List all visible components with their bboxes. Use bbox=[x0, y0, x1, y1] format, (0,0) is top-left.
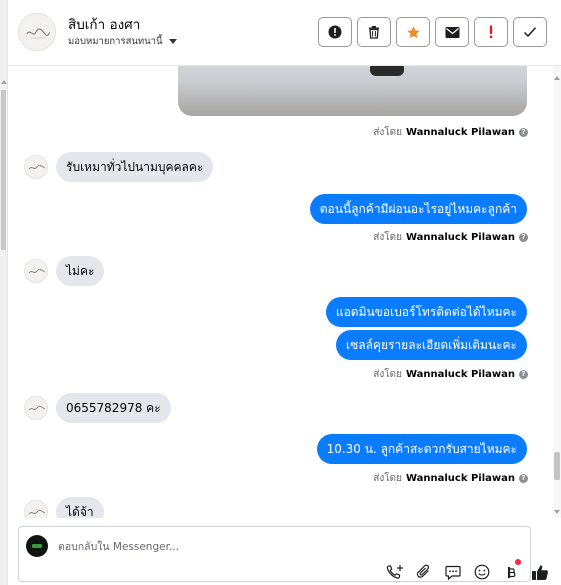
help-icon[interactable]: ? bbox=[519, 370, 528, 379]
scrollbar-thumb[interactable] bbox=[554, 452, 560, 480]
thumbs-up-icon bbox=[532, 564, 548, 580]
incoming-message[interactable]: ไม่คะ bbox=[56, 256, 105, 286]
paperclip-icon bbox=[416, 564, 430, 578]
outgoing-message[interactable]: แอดมินขอเบอร์โทรติดต่อได้ไหมคะ bbox=[325, 297, 527, 327]
like-button[interactable] bbox=[530, 563, 550, 581]
scroll-up-arrow-icon[interactable] bbox=[554, 76, 560, 80]
contact-avatar-small bbox=[24, 500, 48, 518]
scrollbar-thumb[interactable] bbox=[1, 90, 6, 250]
trash-icon bbox=[369, 26, 379, 39]
scroll-down-arrow-icon[interactable] bbox=[554, 510, 560, 514]
contact-avatar[interactable] bbox=[18, 13, 56, 51]
alert-circle-icon bbox=[328, 25, 342, 39]
message-composer bbox=[18, 526, 548, 582]
emoji-icon bbox=[474, 564, 490, 580]
meta-ai-icon bbox=[508, 567, 516, 578]
outgoing-message[interactable]: ตอนนี้ลูกค้ามีผ่อนอะไรอยู่ไหมคะลูกค้า bbox=[309, 194, 527, 224]
thread-scrollbar[interactable] bbox=[553, 66, 561, 518]
left-scrollbar[interactable] bbox=[0, 0, 8, 585]
contact-avatar-small bbox=[24, 155, 48, 179]
contact-name[interactable]: สิบเก้า องศา bbox=[68, 13, 140, 35]
checkmark-icon bbox=[523, 27, 537, 38]
composer-toolbar bbox=[385, 559, 550, 581]
assign-label: มอบหมายการสนทนานี้ bbox=[68, 36, 163, 47]
star-button[interactable] bbox=[396, 17, 430, 47]
incoming-message[interactable]: ได้จ้า bbox=[56, 497, 104, 518]
sent-by-info: ส่งโดย Wannaluck Pilawan ? bbox=[373, 230, 528, 245]
help-icon[interactable]: ? bbox=[519, 128, 528, 137]
incoming-message[interactable]: รับเหมาทั่วไปนามบุคคลคะ bbox=[56, 152, 214, 182]
assign-conversation-dropdown[interactable]: มอบหมายการสนทนานี้ bbox=[68, 34, 177, 49]
reply-input[interactable] bbox=[58, 539, 358, 555]
incoming-message[interactable]: 0655782978 คะ bbox=[56, 393, 171, 423]
message-thread[interactable]: ส่งโดย Wannaluck Pilawan ? รับเหมาทั่วไป… bbox=[8, 66, 553, 518]
contact-avatar-small bbox=[24, 259, 48, 283]
page-avatar bbox=[26, 535, 48, 557]
delete-button[interactable] bbox=[357, 17, 391, 47]
mark-spam-button[interactable] bbox=[318, 17, 352, 47]
mark-unread-button[interactable] bbox=[435, 17, 469, 47]
sent-by-info: ส่งโดย Wannaluck Pilawan ? bbox=[373, 367, 528, 382]
phone-plus-icon bbox=[386, 565, 403, 579]
saved-replies-button[interactable] bbox=[443, 563, 463, 581]
star-icon bbox=[406, 25, 420, 38]
help-icon[interactable]: ? bbox=[519, 474, 528, 483]
help-icon[interactable]: ? bbox=[519, 233, 528, 242]
conversation-actions bbox=[318, 17, 547, 47]
sent-by-info: ส่งโดย Wannaluck Pilawan ? bbox=[373, 125, 528, 140]
notification-dot bbox=[515, 559, 521, 565]
attach-button[interactable] bbox=[414, 563, 434, 581]
outgoing-message[interactable]: เซลล์คุยรายละเอียดเพิ่มเติมนะคะ bbox=[335, 330, 527, 360]
photo-object bbox=[370, 66, 404, 76]
conversation-header: สิบเก้า องศา มอบหมายการสนทนานี้ bbox=[8, 0, 561, 66]
follow-up-button[interactable] bbox=[474, 17, 508, 47]
call-button[interactable] bbox=[385, 563, 405, 581]
outgoing-message[interactable]: 10.30 น. ลูกค้าสะดวกรับสายไหมคะ bbox=[316, 434, 527, 464]
chevron-down-icon bbox=[168, 39, 177, 44]
meta-ai-button[interactable] bbox=[501, 559, 521, 581]
exclamation-icon bbox=[489, 25, 493, 38]
image-attachment[interactable] bbox=[178, 66, 527, 116]
saved-reply-icon bbox=[445, 565, 461, 580]
emoji-button[interactable] bbox=[472, 563, 492, 581]
scroll-up-arrow-icon[interactable] bbox=[1, 80, 7, 84]
sent-by-info: ส่งโดย Wannaluck Pilawan ? bbox=[373, 471, 528, 486]
mark-done-button[interactable] bbox=[513, 17, 547, 47]
envelope-icon bbox=[445, 26, 459, 38]
contact-avatar-small bbox=[24, 396, 48, 420]
